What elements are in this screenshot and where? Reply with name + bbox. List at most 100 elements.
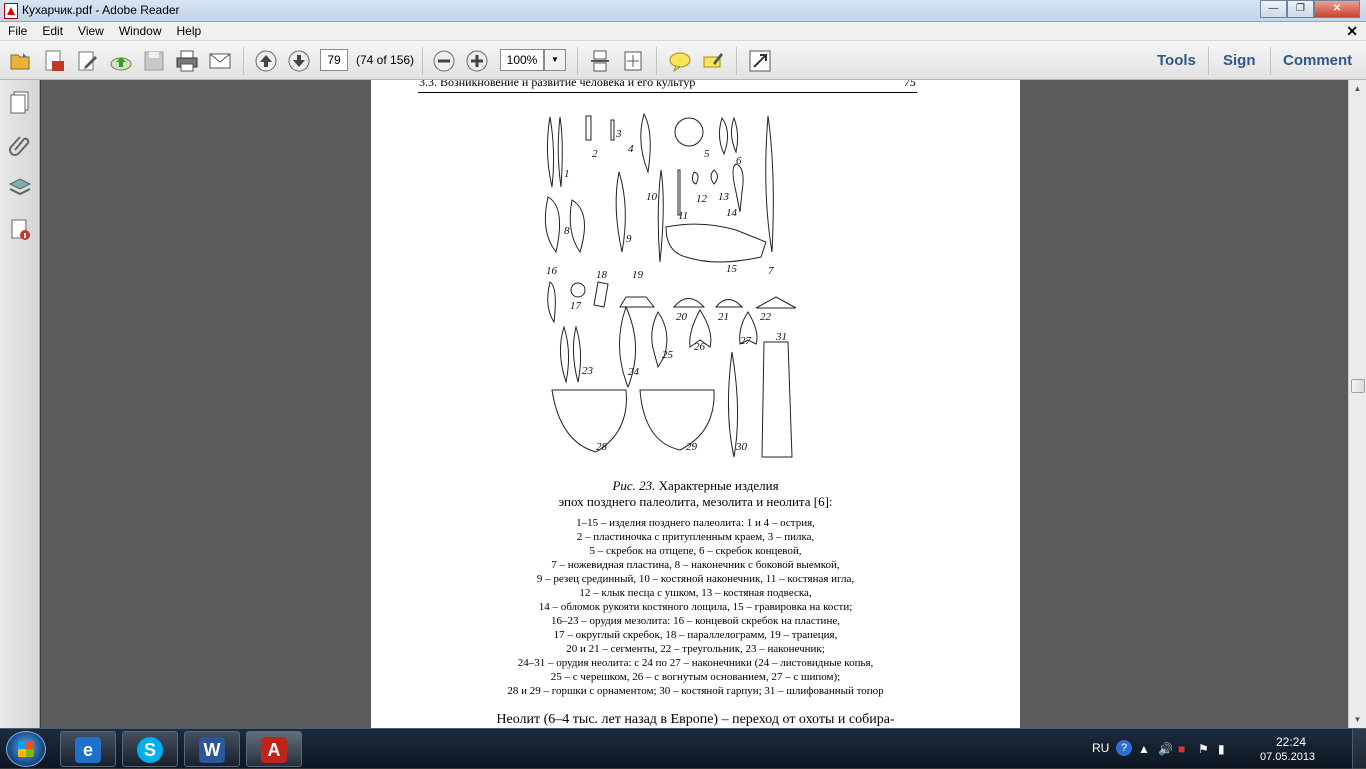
previous-page-button[interactable] [254, 49, 278, 73]
figure-number-14: 14 [726, 207, 738, 219]
adobe-reader-icon [4, 3, 18, 19]
fit-page-button[interactable] [621, 49, 645, 73]
toolbar-separator [577, 47, 578, 75]
figure-number-15: 15 [726, 263, 738, 275]
create-pdf-button[interactable] [42, 49, 66, 73]
sticky-note-button[interactable] [668, 49, 692, 73]
scrolling-mode-button[interactable] [588, 49, 612, 73]
minimize-icon: — [1268, 3, 1279, 14]
figure-number-19: 19 [632, 269, 644, 281]
zoom-input[interactable]: 100% [500, 49, 544, 71]
open-button[interactable] [9, 49, 33, 73]
legend-line: 17 – округлый скребок, 18 – параллелогра… [553, 629, 838, 641]
layers-button[interactable] [8, 176, 32, 200]
minimize-button[interactable]: — [1260, 0, 1287, 18]
clock-time[interactable]: 22:24 [1276, 735, 1306, 749]
figure-number-10: 10 [646, 191, 658, 203]
figure-number-28: 28 [596, 441, 608, 453]
scroll-up-arrow[interactable]: ▲ [1349, 80, 1366, 97]
figure-number-18: 18 [596, 269, 608, 281]
figure-number-13: 13 [718, 191, 730, 203]
figure-number-26: 26 [694, 341, 706, 353]
action-center-icon[interactable]: ⚑ [1198, 742, 1209, 756]
start-button[interactable] [6, 731, 46, 767]
chevron-down-icon: ▼ [551, 55, 559, 64]
print-icon [176, 50, 198, 72]
cloud-upload-icon [110, 57, 132, 71]
taskbar-word[interactable]: W [184, 731, 240, 767]
legend-line: 9 – резец срединный, 10 – костяной након… [536, 573, 855, 585]
attachments-button[interactable] [8, 132, 32, 156]
taskbar-adobe-reader[interactable]: A [246, 731, 302, 767]
zoom-dropdown[interactable]: ▼ [544, 49, 566, 71]
menu-window[interactable]: Window [111, 22, 169, 38]
comment-button[interactable]: Comment [1283, 52, 1352, 69]
page-thumbnails-icon [10, 91, 29, 114]
menu-file[interactable]: File [0, 22, 34, 38]
figure-number-12: 12 [696, 193, 708, 205]
document-properties-button[interactable] [8, 218, 32, 242]
toolbar-separator [422, 47, 423, 75]
close-button[interactable]: ✕ [1314, 0, 1360, 18]
help-icon[interactable]: ? [1116, 740, 1132, 756]
battery-icon[interactable]: ▮ [1218, 742, 1225, 756]
highlighter-icon [703, 53, 723, 68]
toolbar-separator [1208, 47, 1209, 75]
figure-number-22: 22 [760, 311, 772, 323]
legend-line: 7 – ножевидная пластина, 8 – наконечник … [551, 559, 840, 571]
print-button[interactable] [175, 49, 199, 73]
arrow-down-icon [288, 50, 310, 72]
zoom-out-button[interactable] [432, 49, 456, 73]
page-thumbnails-button[interactable] [8, 90, 32, 114]
minus-circle-icon [433, 50, 455, 72]
volume-icon[interactable]: 🔊 [1158, 742, 1173, 756]
menu-view[interactable]: View [70, 22, 111, 38]
internet-explorer-icon: e [75, 737, 101, 763]
window-controls: — ❐ ✕ [1260, 0, 1360, 18]
document-info-icon [11, 219, 30, 240]
skype-icon: S [137, 737, 163, 763]
scroll-down-arrow[interactable]: ▼ [1349, 711, 1366, 728]
edit-pdf-button[interactable] [76, 49, 100, 73]
scroll-thumb[interactable] [1351, 379, 1365, 393]
sign-button[interactable]: Sign [1223, 52, 1256, 69]
figure-number-17: 17 [570, 300, 582, 312]
show-hidden-icons-icon[interactable]: ▲ [1138, 742, 1150, 756]
toolbar-separator [1270, 47, 1271, 75]
taskbar-skype[interactable]: S [122, 731, 178, 767]
network-icon[interactable]: ■ [1178, 742, 1185, 756]
show-desktop-button[interactable] [1352, 729, 1366, 769]
word-icon: W [199, 737, 225, 763]
figure-caption: Рис. 23. Характерные изделия эпох поздне… [371, 478, 1020, 510]
email-button[interactable] [208, 49, 232, 73]
upload-button[interactable] [109, 49, 133, 73]
save-button[interactable] [142, 49, 166, 73]
restore-icon: ❐ [1296, 3, 1305, 14]
document-viewport[interactable]: 3.3. Возникновение и развитие человека и… [41, 80, 1348, 728]
fit-page-icon [624, 51, 642, 71]
plus-circle-icon [466, 50, 488, 72]
vertical-scrollbar[interactable]: ▲ ▼ [1348, 80, 1366, 728]
page-number-input[interactable]: 79 [320, 49, 348, 71]
pdf-page: 3.3. Возникновение и развитие человека и… [371, 80, 1020, 728]
next-page-button[interactable] [287, 49, 311, 73]
zoom-in-button[interactable] [465, 49, 489, 73]
menu-edit[interactable]: Edit [34, 22, 70, 38]
expand-icon [749, 50, 771, 72]
paperclip-icon [9, 136, 30, 156]
highlight-button[interactable] [701, 49, 725, 73]
header-rule [418, 92, 917, 93]
taskbar-internet-explorer[interactable]: e [60, 731, 116, 767]
clock-date[interactable]: 07.05.2013 [1260, 751, 1315, 763]
figure-number-9: 9 [626, 233, 632, 245]
fullscreen-button[interactable] [748, 49, 772, 73]
figure-number-30: 30 [735, 441, 748, 453]
tools-button[interactable]: Tools [1157, 52, 1196, 69]
comment-bubble-icon [669, 52, 691, 73]
restore-button[interactable]: ❐ [1287, 0, 1314, 18]
language-indicator[interactable]: RU [1092, 741, 1109, 755]
document-close-button[interactable]: ✕ [1346, 23, 1358, 40]
figure-caption-label: Рис. 23. [612, 478, 656, 493]
figure-caption-line2: эпох позднего палеолита, мезолита и неол… [558, 494, 833, 509]
menu-help[interactable]: Help [169, 22, 209, 38]
